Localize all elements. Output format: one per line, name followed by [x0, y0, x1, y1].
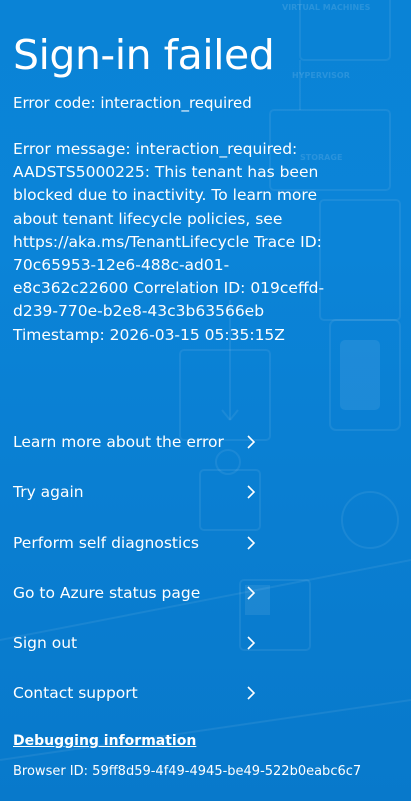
browser-id-text: Browser ID: 59ff8d59-4f49-4945-be49-522b…: [13, 764, 362, 779]
chevron-right-icon: [247, 485, 256, 499]
sign-out-label: Sign out: [13, 634, 78, 653]
sign-out-button[interactable]: Sign out: [13, 618, 283, 668]
debugging-information-link[interactable]: Debugging information: [13, 731, 196, 751]
learn-more-label: Learn more about the error: [13, 433, 224, 451]
contact-support-button[interactable]: Contact support: [13, 668, 283, 718]
chevron-right-icon: [247, 536, 256, 550]
chevron-right-icon: [247, 435, 256, 449]
azure-status-button[interactable]: Go to Azure status page: [13, 568, 283, 618]
page-title: Sign-in failed: [13, 31, 275, 79]
contact-support-label: Contact support: [13, 684, 138, 703]
error-message-text: Error message: interaction_required: AAD…: [13, 140, 325, 344]
try-again-label: Try again: [13, 483, 84, 502]
self-diagnostics-button[interactable]: Perform self diagnostics: [13, 518, 283, 568]
azure-status-label: Go to Azure status page: [13, 583, 201, 602]
action-list: Learn more about the error Try again Per…: [13, 417, 283, 719]
sign-in-error-page: Sign-in failed Error code: interaction_r…: [0, 0, 411, 801]
chevron-right-icon: [247, 686, 256, 701]
try-again-button[interactable]: Try again: [13, 467, 283, 517]
chevron-right-icon: [247, 586, 256, 600]
chevron-right-icon: [247, 636, 256, 650]
self-diagnostics-label: Perform self diagnostics: [13, 533, 199, 552]
learn-more-button[interactable]: Learn more about the error: [13, 417, 283, 467]
error-code-text: Error code: interaction_required: [13, 94, 252, 112]
